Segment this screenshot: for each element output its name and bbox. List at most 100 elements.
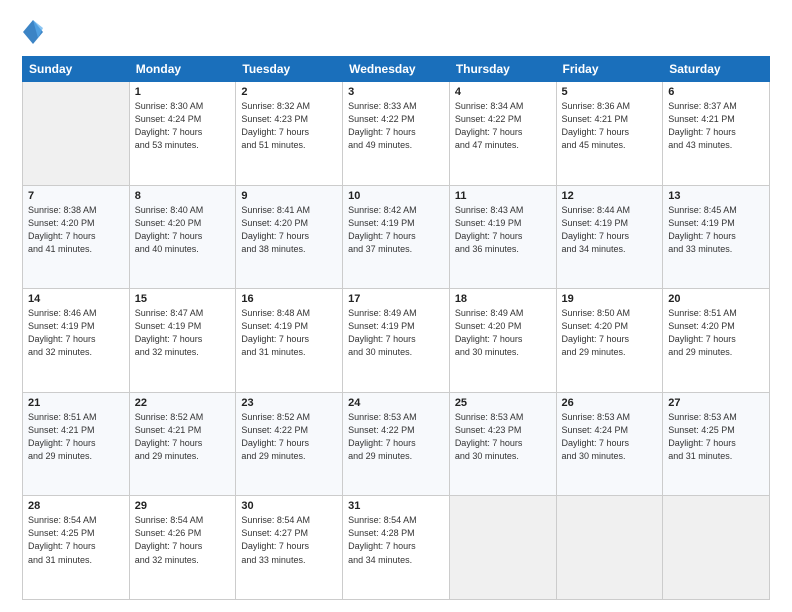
page: SundayMondayTuesdayWednesdayThursdayFrid… [0,0,792,612]
calendar-header-row: SundayMondayTuesdayWednesdayThursdayFrid… [23,57,770,82]
calendar-cell: 28Sunrise: 8:54 AM Sunset: 4:25 PM Dayli… [23,496,130,600]
day-info: Sunrise: 8:53 AM Sunset: 4:24 PM Dayligh… [562,411,658,463]
calendar-cell [449,496,556,600]
calendar-cell [663,496,770,600]
calendar-cell: 4Sunrise: 8:34 AM Sunset: 4:22 PM Daylig… [449,82,556,186]
day-number: 1 [135,86,231,98]
day-number: 17 [348,293,444,305]
calendar-cell: 16 Sunrise: 8:48 AM Sunset: 4:19 PM Dayli… [236,289,343,393]
header-day-wednesday: Wednesday [343,57,450,82]
day-number: 22 [135,397,231,409]
calendar-cell: 13 Sunrise: 8:45 AM Sunset: 4:19 PM Dayli… [663,185,770,289]
calendar-cell: 8Sunrise: 8:40 AM Sunset: 4:20 PM Daylig… [129,185,236,289]
day-info: Sunrise: 8:52 AM Sunset: 4:21 PM Dayligh… [135,411,231,463]
day-info: Sunrise: 8:30 AM Sunset: 4:24 PM Dayligh… [135,100,231,152]
day-info: Sunrise: 8:43 AM Sunset: 4:19 PM Dayligh… [455,204,551,256]
calendar-cell: 20Sunrise: 8:51 AM Sunset: 4:20 PM Dayli… [663,289,770,393]
calendar-cell: 19 Sunrise: 8:50 AM Sunset: 4:20 PM Dayli… [556,289,663,393]
calendar-week-row: 1 Sunrise: 8:30 AM Sunset: 4:24 PM Daylig… [23,82,770,186]
day-number: 21 [28,397,124,409]
day-info: Sunrise: 8:37 AM Sunset: 4:21 PM Dayligh… [668,100,764,152]
calendar-cell: 9Sunrise: 8:41 AM Sunset: 4:20 PM Daylig… [236,185,343,289]
calendar-cell [556,496,663,600]
calendar-cell: 24Sunrise: 8:53 AM Sunset: 4:22 PM Dayli… [343,392,450,496]
day-number: 4 [455,86,551,98]
day-number: 30 [241,500,337,512]
day-number: 18 [455,293,551,305]
calendar-week-row: 14 Sunrise: 8:46 AM Sunset: 4:19 PM Dayli… [23,289,770,393]
day-info: Sunrise: 8:49 AM Sunset: 4:19 PM Dayligh… [348,307,444,359]
header-day-saturday: Saturday [663,57,770,82]
day-number: 19 [562,293,658,305]
calendar-cell: 2 Sunrise: 8:32 AM Sunset: 4:23 PM Daylig… [236,82,343,186]
calendar-cell: 12 Sunrise: 8:44 AM Sunset: 4:19 PM Dayli… [556,185,663,289]
calendar-cell: 21 Sunrise: 8:51 AM Sunset: 4:21 PM Dayli… [23,392,130,496]
calendar-cell [23,82,130,186]
day-info: Sunrise: 8:48 AM Sunset: 4:19 PM Dayligh… [241,307,337,359]
day-info: Sunrise: 8:42 AM Sunset: 4:19 PM Dayligh… [348,204,444,256]
day-info: Sunrise: 8:38 AM Sunset: 4:20 PM Dayligh… [28,204,124,256]
header-day-tuesday: Tuesday [236,57,343,82]
day-number: 2 [241,86,337,98]
calendar-cell: 22 Sunrise: 8:52 AM Sunset: 4:21 PM Dayli… [129,392,236,496]
header [22,18,770,46]
day-info: Sunrise: 8:32 AM Sunset: 4:23 PM Dayligh… [241,100,337,152]
calendar-cell: 7 Sunrise: 8:38 AM Sunset: 4:20 PM Daylig… [23,185,130,289]
day-number: 23 [241,397,337,409]
calendar-cell: 26 Sunrise: 8:53 AM Sunset: 4:24 PM Dayli… [556,392,663,496]
calendar-cell: 17 Sunrise: 8:49 AM Sunset: 4:19 PM Dayli… [343,289,450,393]
calendar-cell: 5 Sunrise: 8:36 AM Sunset: 4:21 PM Daylig… [556,82,663,186]
day-number: 11 [455,190,551,202]
day-number: 27 [668,397,764,409]
day-info: Sunrise: 8:45 AM Sunset: 4:19 PM Dayligh… [668,204,764,256]
day-number: 6 [668,86,764,98]
calendar-cell: 30 Sunrise: 8:54 AM Sunset: 4:27 PM Dayli… [236,496,343,600]
day-info: Sunrise: 8:36 AM Sunset: 4:21 PM Dayligh… [562,100,658,152]
day-number: 31 [348,500,444,512]
day-info: Sunrise: 8:52 AM Sunset: 4:22 PM Dayligh… [241,411,337,463]
day-info: Sunrise: 8:44 AM Sunset: 4:19 PM Dayligh… [562,204,658,256]
calendar-cell: 10 Sunrise: 8:42 AM Sunset: 4:19 PM Dayli… [343,185,450,289]
header-day-monday: Monday [129,57,236,82]
day-number: 3 [348,86,444,98]
calendar-cell: 3Sunrise: 8:33 AM Sunset: 4:22 PM Daylig… [343,82,450,186]
calendar-week-row: 28Sunrise: 8:54 AM Sunset: 4:25 PM Dayli… [23,496,770,600]
day-info: Sunrise: 8:54 AM Sunset: 4:27 PM Dayligh… [241,514,337,566]
logo-icon [22,18,44,46]
header-day-friday: Friday [556,57,663,82]
day-number: 8 [135,190,231,202]
day-info: Sunrise: 8:49 AM Sunset: 4:20 PM Dayligh… [455,307,551,359]
day-number: 14 [28,293,124,305]
day-number: 26 [562,397,658,409]
day-info: Sunrise: 8:50 AM Sunset: 4:20 PM Dayligh… [562,307,658,359]
calendar-week-row: 7 Sunrise: 8:38 AM Sunset: 4:20 PM Daylig… [23,185,770,289]
day-number: 20 [668,293,764,305]
day-number: 5 [562,86,658,98]
day-info: Sunrise: 8:53 AM Sunset: 4:23 PM Dayligh… [455,411,551,463]
day-info: Sunrise: 8:51 AM Sunset: 4:21 PM Dayligh… [28,411,124,463]
day-info: Sunrise: 8:54 AM Sunset: 4:25 PM Dayligh… [28,514,124,566]
calendar-table: SundayMondayTuesdayWednesdayThursdayFrid… [22,56,770,600]
logo [22,18,48,46]
day-number: 10 [348,190,444,202]
day-info: Sunrise: 8:46 AM Sunset: 4:19 PM Dayligh… [28,307,124,359]
day-info: Sunrise: 8:53 AM Sunset: 4:25 PM Dayligh… [668,411,764,463]
day-number: 7 [28,190,124,202]
day-info: Sunrise: 8:41 AM Sunset: 4:20 PM Dayligh… [241,204,337,256]
day-info: Sunrise: 8:54 AM Sunset: 4:26 PM Dayligh… [135,514,231,566]
day-number: 25 [455,397,551,409]
day-info: Sunrise: 8:54 AM Sunset: 4:28 PM Dayligh… [348,514,444,566]
day-number: 16 [241,293,337,305]
calendar-cell: 11 Sunrise: 8:43 AM Sunset: 4:19 PM Dayli… [449,185,556,289]
calendar-cell: 23 Sunrise: 8:52 AM Sunset: 4:22 PM Dayli… [236,392,343,496]
calendar-week-row: 21 Sunrise: 8:51 AM Sunset: 4:21 PM Dayli… [23,392,770,496]
calendar-cell: 18 Sunrise: 8:49 AM Sunset: 4:20 PM Dayli… [449,289,556,393]
day-number: 13 [668,190,764,202]
header-day-thursday: Thursday [449,57,556,82]
calendar-cell: 1 Sunrise: 8:30 AM Sunset: 4:24 PM Daylig… [129,82,236,186]
day-number: 12 [562,190,658,202]
day-number: 15 [135,293,231,305]
day-info: Sunrise: 8:47 AM Sunset: 4:19 PM Dayligh… [135,307,231,359]
calendar-cell: 29 Sunrise: 8:54 AM Sunset: 4:26 PM Dayli… [129,496,236,600]
day-number: 29 [135,500,231,512]
